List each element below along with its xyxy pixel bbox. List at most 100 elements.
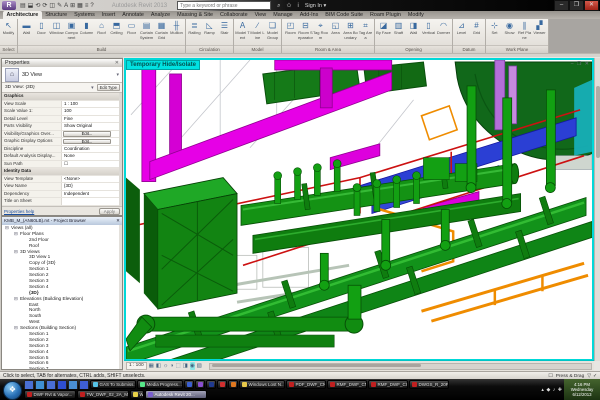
ribbon-tool[interactable]: ▣ Component xyxy=(64,20,79,40)
taskbar-button[interactable]: W xyxy=(130,390,144,399)
ribbon-tool[interactable]: ∕ Model Line xyxy=(250,20,265,40)
property-value[interactable]: Independent xyxy=(62,191,119,198)
taskbar-button[interactable]: PDF_DWF_CN_1... xyxy=(286,380,326,389)
ribbon-tool[interactable]: ⬒ Ceiling xyxy=(109,20,124,36)
temporary-hide-isolate-icon[interactable]: ◉ xyxy=(190,362,195,370)
taskbar-button[interactable]: Media Progress... xyxy=(137,380,183,389)
pinned-app-5[interactable] xyxy=(68,380,78,389)
crop-view-icon[interactable]: ⬚ xyxy=(175,362,180,370)
ribbon-tool[interactable]: ∥ Ref Plane xyxy=(517,20,532,40)
qat-undo-icon[interactable]: ⟲ xyxy=(35,1,40,11)
pinned-app-6[interactable] xyxy=(79,380,89,389)
subscription-center-icon[interactable]: ✩ xyxy=(286,1,291,11)
close-button[interactable]: ✕ xyxy=(584,0,599,11)
ribbon-panel-name[interactable]: Room & Area xyxy=(282,45,374,53)
model-3d-view[interactable] xyxy=(126,60,592,359)
tree-expander-icon[interactable]: ⊟ xyxy=(14,231,19,237)
property-value[interactable]: None xyxy=(62,153,119,160)
selection-icon[interactable]: ✓ xyxy=(593,374,597,379)
qat-help-icon[interactable]: ? xyxy=(90,1,93,11)
property-value[interactable]: ☐ xyxy=(62,161,119,168)
infocenter-search-input[interactable] xyxy=(177,1,271,10)
qat-3d-view-icon[interactable]: ⊞ xyxy=(70,1,75,11)
ribbon-panel-name[interactable]: Datum xyxy=(453,45,485,53)
tab-architecture[interactable]: Architecture xyxy=(3,11,42,19)
taskbar-button[interactable] xyxy=(195,380,205,389)
filter-icon[interactable]: ▽ xyxy=(587,374,591,379)
property-value[interactable]: Show Original xyxy=(62,123,119,130)
horizontal-scrollbar-thumb[interactable] xyxy=(212,364,422,367)
horizontal-scrollbar[interactable] xyxy=(209,363,592,370)
tray-volume-icon[interactable]: ♪ xyxy=(553,387,556,393)
visual-style-icon[interactable]: ◧ xyxy=(156,362,161,370)
communication-center-icon[interactable]: i xyxy=(297,1,298,11)
ribbon-tool[interactable]: ◪ By Face xyxy=(376,20,391,36)
property-value[interactable]: Coordination xyxy=(62,146,119,153)
ribbon-tool[interactable]: ⊹ Set xyxy=(487,20,502,36)
edit-type-button[interactable]: Edit Type xyxy=(97,84,120,91)
ribbon-tool[interactable]: ↖ Modify xyxy=(1,20,16,36)
tab-massing-site[interactable]: Massing & Site xyxy=(174,11,217,19)
ribbon-panel-name[interactable]: Build xyxy=(18,45,185,53)
tree-item[interactable]: Section 7 xyxy=(2,366,119,369)
ribbon-tool[interactable]: ⊞ Area Boundary xyxy=(343,20,358,40)
qat-open-icon[interactable]: ▤ xyxy=(20,1,26,11)
search-go-icon[interactable]: ⌕ xyxy=(277,1,280,11)
taskbar-button[interactable]: RMF_DWF_CC_2... xyxy=(368,380,408,389)
property-value[interactable]: {3D} xyxy=(62,183,119,190)
taskbar-button[interactable]: GAS To Submiss... xyxy=(90,380,136,389)
ribbon-tool[interactable]: ⌗ Tag Area xyxy=(358,20,373,40)
sign-in-button[interactable]: Sign In ▾ xyxy=(305,3,326,9)
qat-save-icon[interactable]: ⬓ xyxy=(28,1,34,11)
properties-help-link[interactable]: Properties help xyxy=(4,209,34,214)
ribbon-tool[interactable]: ▯ Door xyxy=(34,20,49,36)
property-value[interactable]: Edit... xyxy=(63,139,111,145)
tab-modify[interactable]: Modify xyxy=(404,11,427,19)
ribbon-tool[interactable]: ❏ Model Group xyxy=(265,20,280,40)
qat-section-icon[interactable]: ▦ xyxy=(77,1,83,11)
qat-text-icon[interactable]: A xyxy=(64,1,68,11)
ribbon-tool[interactable]: ▮ Column xyxy=(79,20,94,36)
ribbon-tool[interactable]: ▭ Floor xyxy=(124,20,139,36)
tree-expander-icon[interactable]: ⊟ xyxy=(14,325,19,331)
tab-systems[interactable]: Systems xyxy=(71,11,99,19)
apply-button[interactable]: Apply xyxy=(99,208,120,215)
property-value[interactable]: 1 : 100 xyxy=(62,101,119,108)
ribbon-tool[interactable]: ◉ Show xyxy=(502,20,517,36)
properties-close-icon[interactable]: ✕ xyxy=(115,59,119,67)
ribbon-tool[interactable]: ▥ Shaft xyxy=(391,20,406,36)
tab-add-ins[interactable]: Add-Ins xyxy=(296,11,322,19)
ribbon-tool[interactable]: ◠ Dormer xyxy=(436,20,451,36)
taskbar-button-revit[interactable]: Autodesk Revit 20... xyxy=(145,390,207,399)
ribbon-tool[interactable]: # Grid xyxy=(469,20,484,36)
tray-security-icon[interactable]: ✚ xyxy=(558,387,562,393)
qat-measure-icon[interactable]: ✎ xyxy=(57,1,62,11)
tab-collaborate[interactable]: Collaborate xyxy=(217,11,252,19)
restore-button[interactable]: ❐ xyxy=(569,0,584,11)
tab-insert[interactable]: Insert xyxy=(98,11,118,19)
ribbon-tool[interactable]: ≣ Railing xyxy=(187,20,202,36)
taskbar-clock[interactable]: 4:16 PM Wednesday 6/12/2013 xyxy=(564,379,600,400)
temporary-hide-isolate-badge[interactable]: Temporary Hide/Isolate xyxy=(126,60,200,70)
ribbon-tool[interactable]: ▞ Viewer xyxy=(532,20,547,36)
ribbon-tool[interactable]: ◺ Ramp xyxy=(202,20,217,36)
ribbon-tool[interactable]: ⊿ Level xyxy=(454,20,469,36)
minimize-button[interactable]: – xyxy=(554,0,569,11)
taskbar-button[interactable]: DWF Rvt & Vapor... xyxy=(24,390,76,399)
tab-manage[interactable]: Manage xyxy=(270,11,296,19)
sun-path-icon[interactable]: ☼ xyxy=(163,362,168,370)
ribbon-tool[interactable]: ◫ Window xyxy=(49,20,64,36)
project-browser-close-icon[interactable]: ✕ xyxy=(116,217,120,225)
tree-expander-icon[interactable]: ⊟ xyxy=(14,249,19,255)
ribbon-tool[interactable]: ╫ Mullion xyxy=(169,20,184,36)
ribbon-tool[interactable]: ▯ Vertical xyxy=(421,20,436,36)
tab-bim-code-suite[interactable]: BIM Code Suite xyxy=(322,11,367,19)
vertical-scrollbar-thumb[interactable] xyxy=(596,86,600,158)
ribbon-tool[interactable]: ☰ Stair xyxy=(217,20,232,36)
taskbar-button[interactable]: Windows Lost N... xyxy=(239,380,285,389)
application-menu-button[interactable]: R xyxy=(2,1,16,10)
qat-redo-icon[interactable]: ⟳ xyxy=(42,1,47,11)
pinned-app-3[interactable] xyxy=(46,380,56,389)
property-value[interactable]: 100 xyxy=(62,108,119,115)
tab-view[interactable]: View xyxy=(251,11,270,19)
